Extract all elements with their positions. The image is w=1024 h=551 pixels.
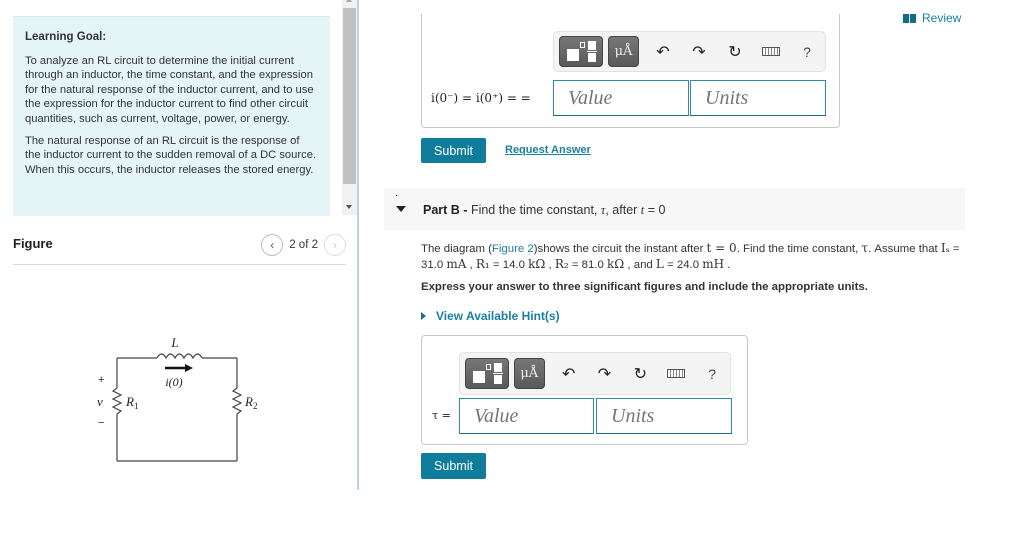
reset-icon: ↻ (728, 43, 742, 61)
keyboard-icon (667, 369, 686, 378)
scroll-down-arrow-icon[interactable] (342, 199, 357, 215)
view-hints-label: View Available Hint(s) (436, 309, 560, 323)
inductor-label: L (170, 335, 178, 350)
resistor-r2 (231, 387, 243, 415)
figure-pager: ‹ 2 of 2 › (261, 234, 346, 256)
part-b-math-toolbar: μÅ ↶ ↷ ↻ ? (459, 352, 731, 395)
part-a-submit-button[interactable]: Submit (421, 138, 486, 163)
circuit-diagram: L i(0) v R1 R2 + − (97, 335, 257, 462)
part-a-answer-box: μÅ ↶ ↷ ↻ ? i(0⁻) = i(0⁺) = = (421, 14, 840, 128)
figure-page-indicator: 2 of 2 (289, 239, 318, 251)
learning-goal-title: Learning Goal: (25, 31, 107, 43)
figure-title: Figure (13, 236, 53, 251)
part-b-instruction: Express your answer to three significant… (421, 281, 868, 293)
plus-sign: + (98, 374, 104, 386)
undo-icon: ↶ (561, 365, 576, 383)
book-icon (903, 13, 916, 23)
part-b-value-input[interactable] (459, 398, 594, 434)
current-label: i(0) (165, 375, 182, 389)
previous-figure-button[interactable]: ‹ (261, 234, 284, 256)
part-b-answer-box: μÅ ↶ ↷ ↻ ? τ = (421, 335, 748, 445)
part-a-equation-label: i(0⁻) = i(0⁺) = = (431, 91, 531, 105)
help-icon: ? (803, 43, 811, 60)
resistor-r1 (111, 387, 123, 415)
learning-goal-paragraph: To analyze an RL circuit to determine th… (25, 54, 314, 125)
keyboard-icon (762, 47, 780, 56)
review-link[interactable]: Review (903, 11, 961, 25)
units-icon: μÅ (520, 366, 539, 381)
current-arrow-head (185, 364, 193, 372)
redo-button[interactable]: ↷ (681, 42, 717, 62)
figure-2-link[interactable]: Figure 2 (492, 243, 534, 255)
help-icon: ? (708, 365, 716, 382)
view-hints-toggle[interactable]: View Available Hint(s) (421, 309, 560, 323)
help-button[interactable]: ? (789, 44, 825, 60)
units-icon: μÅ (614, 44, 633, 59)
part-a-units-input[interactable] (690, 80, 826, 116)
scroll-up-arrow-icon[interactable] (342, 0, 357, 7)
part-b-title: Part B - Find the time constant, τ, afte… (423, 203, 666, 217)
part-b-header[interactable]: Part B - Find the time constant, τ, afte… (384, 188, 965, 230)
part-b-problem-text: The diagram (Figure 2)shows the circuit … (421, 241, 960, 271)
scrollbar-thumb[interactable] (343, 8, 356, 184)
chevron-left-icon: ‹ (270, 238, 275, 252)
redo-icon: ↷ (692, 43, 706, 61)
reset-button[interactable]: ↻ (717, 42, 753, 62)
learning-goal-box: Learning Goal: To analyze an RL circuit … (13, 16, 330, 216)
chevron-right-icon: › (333, 238, 337, 252)
reset-button[interactable]: ↻ (622, 364, 658, 384)
undo-button[interactable]: ↶ (645, 42, 681, 62)
minus-sign: − (98, 417, 104, 429)
undo-button[interactable]: ↶ (551, 364, 587, 384)
tau-equation-label: τ = (432, 409, 451, 422)
redo-icon: ↷ (597, 365, 612, 383)
r2-label: R2 (244, 394, 257, 411)
learning-goal-scrollbar[interactable] (342, 0, 357, 215)
part-b-submit-button[interactable]: Submit (421, 453, 486, 479)
left-panel: Learning Goal: To analyze an RL circuit … (0, 0, 359, 551)
keyboard-button[interactable] (753, 47, 789, 56)
part-a-value-input[interactable] (553, 80, 689, 116)
help-button[interactable]: ? (694, 366, 730, 382)
templates-button[interactable] (465, 358, 509, 389)
inductor-coil (156, 353, 203, 360)
part-a-math-toolbar: μÅ ↶ ↷ ↻ ? (553, 31, 826, 72)
part-b-units-input[interactable] (596, 398, 732, 434)
reset-icon: ↻ (633, 365, 648, 383)
voltage-label: v (97, 394, 103, 409)
undo-icon: ↶ (656, 43, 670, 61)
collapse-caret-icon[interactable] (396, 206, 406, 212)
r1-label: R1 (125, 394, 138, 411)
templates-button[interactable] (559, 36, 603, 67)
units-button[interactable]: μÅ (608, 36, 639, 67)
review-label: Review (922, 11, 962, 25)
figure-header: Figure ‹ 2 of 2 › (13, 234, 346, 265)
panel-divider[interactable] (357, 0, 359, 490)
request-answer-link[interactable]: Request Answer (505, 144, 591, 156)
redo-button[interactable]: ↷ (587, 364, 623, 384)
next-figure-button[interactable]: › (324, 234, 346, 256)
learning-goal-paragraph: The natural response of an RL circuit is… (25, 134, 317, 176)
expand-triangle-icon (421, 312, 426, 320)
units-button[interactable]: μÅ (513, 358, 545, 389)
keyboard-button[interactable] (658, 369, 694, 378)
